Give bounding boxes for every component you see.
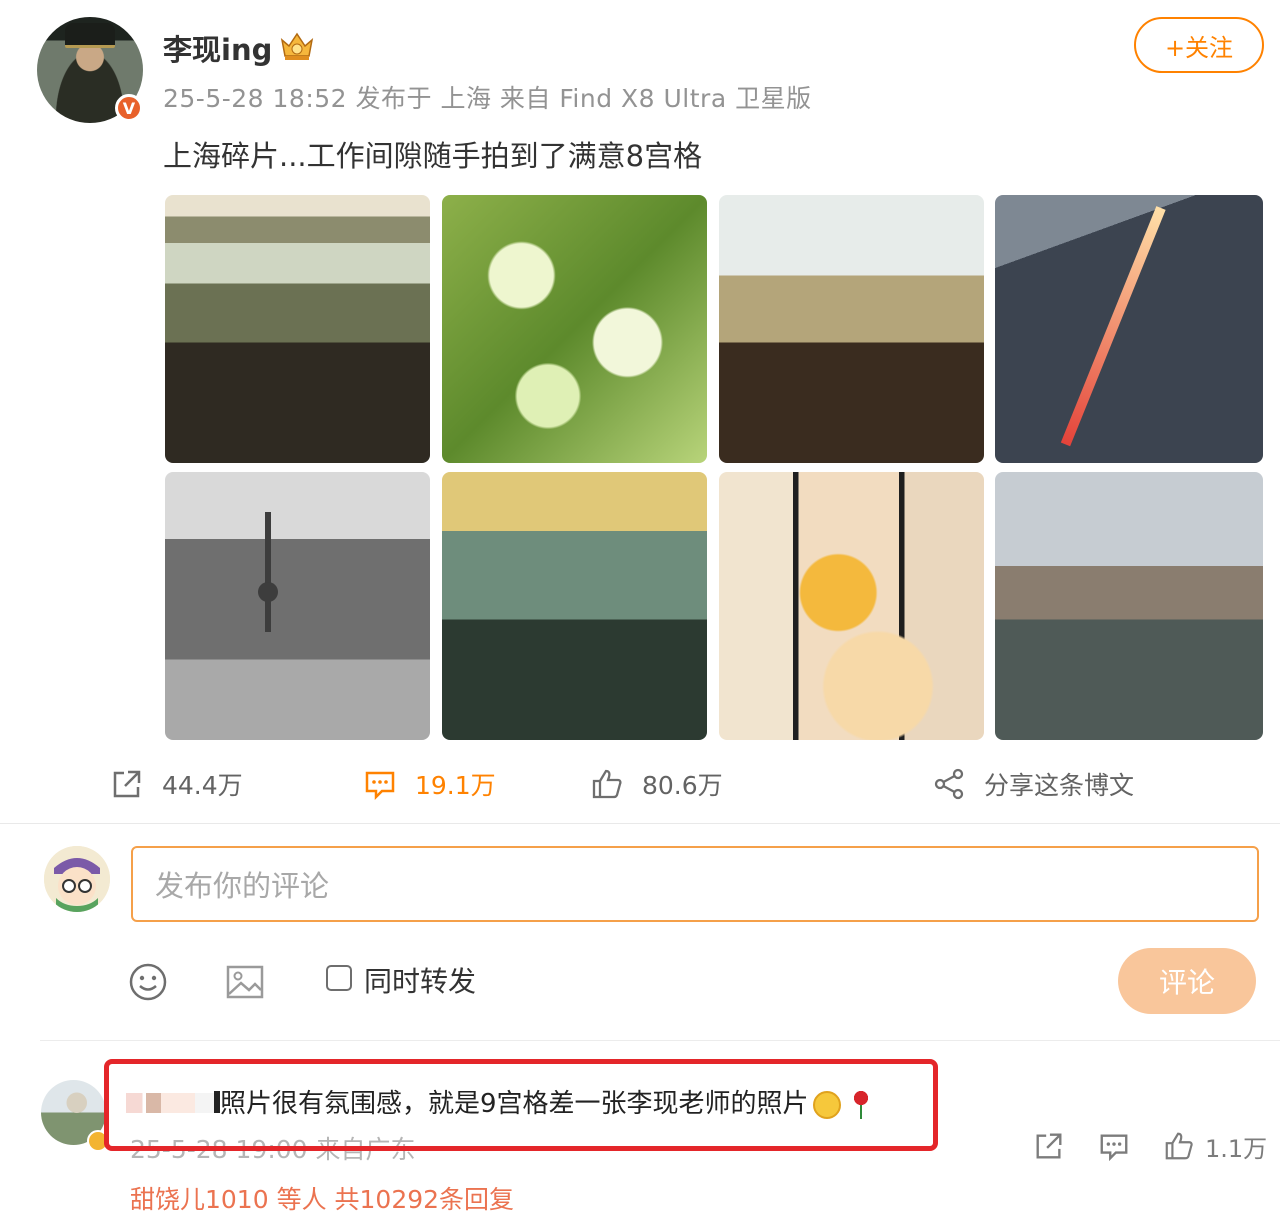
repost-icon (1036, 1133, 1062, 1159)
share-label: 分享这条博文 (984, 771, 1135, 800)
like-button[interactable]: 80.6万 (590, 762, 723, 806)
comment-like-count: 1.1万 (1205, 1134, 1268, 1163)
comment-count: 19.1万 (415, 771, 496, 800)
photo-4[interactable] (995, 195, 1263, 463)
submit-comment-button[interactable]: 评论 (1118, 948, 1256, 1014)
avatar-cartoon-icon (44, 846, 110, 912)
comment-reply-button[interactable] (1098, 1128, 1130, 1164)
divider (40, 1040, 1280, 1041)
photo-1[interactable] (165, 195, 430, 463)
comment-like-button[interactable]: 1.1万 (1163, 1128, 1267, 1164)
crown-icon (280, 32, 314, 60)
like-count: 80.6万 (642, 771, 723, 800)
photo-7[interactable] (719, 472, 984, 740)
comment-input[interactable]: 发布你的评论 (131, 846, 1259, 922)
comment-repost-button[interactable] (1033, 1128, 1065, 1164)
comment-button[interactable]: 19.1万 (363, 762, 496, 806)
divider (0, 823, 1280, 824)
repost-checkbox[interactable] (326, 965, 352, 991)
post-text: 上海碎片...工作间隙随手拍到了满意8宫格 (163, 139, 703, 173)
repost-checkbox-label[interactable]: 同时转发 (364, 960, 476, 1000)
share-button[interactable]: 分享这条博文 (932, 762, 1134, 806)
photo-2[interactable] (442, 195, 707, 463)
comment-icon (1100, 1134, 1128, 1162)
repost-button[interactable]: 44.4万 (110, 762, 243, 806)
photo-3[interactable] (719, 195, 984, 463)
share-icon (934, 768, 964, 800)
highlight-box (104, 1059, 938, 1151)
repost-icon (113, 770, 141, 798)
photo-6[interactable] (442, 472, 707, 740)
emoji-icon[interactable] (128, 962, 168, 1002)
current-user-avatar[interactable] (44, 846, 110, 912)
author-name[interactable]: 李现ing (163, 27, 272, 69)
reply-summary[interactable]: 甜饶儿1010 等人 共10292条回复 (130, 1180, 514, 1216)
follow-button[interactable]: +关注 (1134, 17, 1264, 73)
comment-icon (365, 771, 395, 801)
photo-8[interactable] (995, 472, 1263, 740)
thumbs-up-icon (1165, 1132, 1193, 1160)
image-icon[interactable] (225, 962, 265, 1002)
repost-count: 44.4万 (162, 771, 243, 800)
post-meta: 25-5-28 18:52 发布于 上海 来自 Find X8 Ultra 卫星… (163, 84, 812, 113)
verified-icon: V (115, 94, 143, 122)
thumbs-up-icon (592, 769, 622, 799)
photo-5[interactable] (165, 472, 430, 740)
